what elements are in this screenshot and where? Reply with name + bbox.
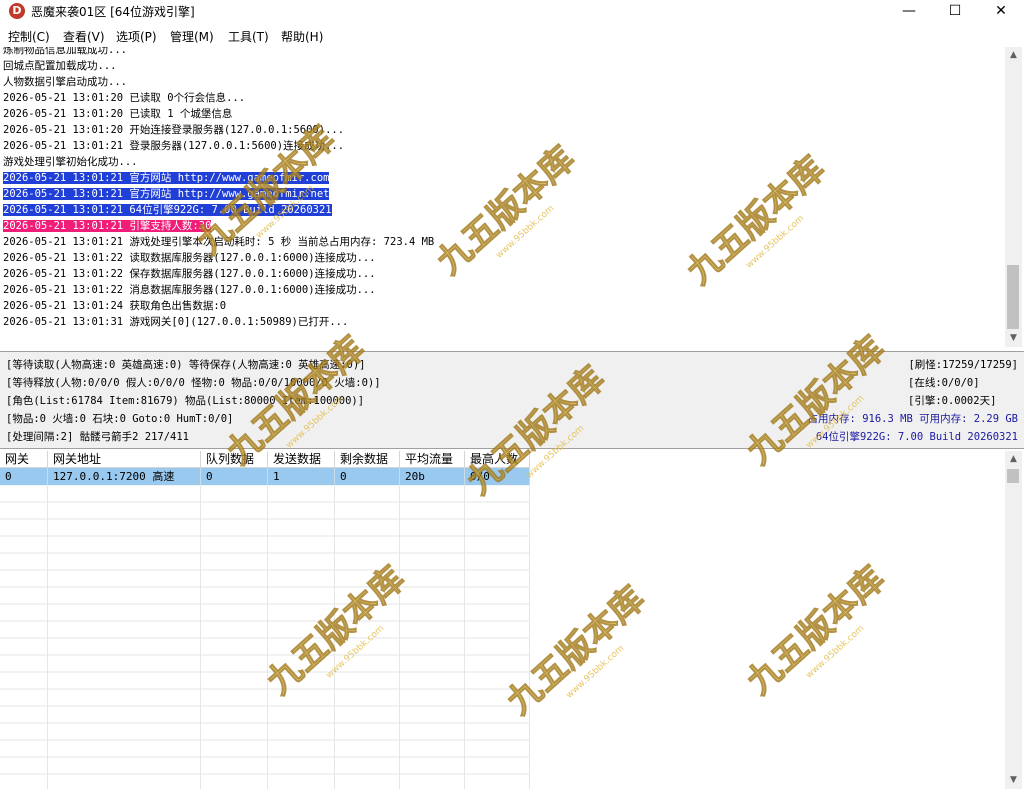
table-scroll-up-arrow-icon[interactable]: ▲	[1005, 451, 1022, 468]
col-max-users[interactable]: 最高人数	[465, 451, 530, 468]
log-line-text: 2026-05-21 13:01:20 已读取 1 个城堡信息	[3, 108, 233, 120]
menu-control[interactable]: 控制(C)	[8, 28, 50, 45]
cell-max-users: 0/0	[465, 468, 530, 485]
scroll-down-arrow-icon[interactable]: ▼	[1005, 330, 1022, 347]
col-remaining-data[interactable]: 剩余数据	[335, 451, 400, 468]
table-scrollbar[interactable]: ▲ ▼	[1005, 451, 1022, 789]
log-line-text: 2026-05-21 13:01:21 游戏处理引擎本次启动耗时: 5 秒 当前…	[3, 236, 435, 248]
app-icon: D	[9, 3, 25, 19]
log-line-text: 2026-05-21 13:01:22 读取数据库服务器(127.0.0.1:6…	[3, 252, 376, 264]
log-line-text: 2026-05-21 13:01:22 消息数据库服务器(127.0.0.1:6…	[3, 284, 376, 296]
table-scroll-down-arrow-icon[interactable]: ▼	[1005, 772, 1022, 789]
log-line: 2026-05-21 13:01:22 保存数据库服务器(127.0.0.1:6…	[3, 267, 376, 281]
log-line: 2026-05-21 13:01:20 已读取 1 个城堡信息	[3, 107, 232, 121]
gateway-table[interactable]: 网关 网关地址 队列数据 发送数据 剩余数据 平均流量 最高人数 0 127.0…	[0, 451, 1005, 789]
log-output[interactable]: 炼制物品信息加载成功... 回城点配置加载成功... 人物数据引擎启动成功... 20…	[0, 47, 1005, 347]
col-queue-data[interactable]: 队列数据	[201, 451, 268, 468]
menu-bar: 控制(C) 查看(V) 选项(P) 管理(M) 工具(T) 帮助(H)	[0, 26, 1024, 46]
col-avg-traffic[interactable]: 平均流量	[400, 451, 465, 468]
cell-send-data: 1	[268, 468, 335, 485]
log-line: 2026-05-21 13:01:21 登录服务器(127.0.0.1:5600…	[3, 139, 344, 153]
close-button[interactable]: ✕	[978, 0, 1024, 24]
app-window: D 恶魔来袭01区 [64位游戏引擎] — ☐ ✕ 控制(C) 查看(V) 选项…	[0, 0, 1024, 789]
cell-avg-traffic: 20b	[400, 468, 465, 485]
menu-options[interactable]: 选项(P)	[116, 28, 157, 45]
log-line-text: 人物数据引擎启动成功...	[3, 76, 127, 88]
log-line: 游戏处理引擎初始化成功...	[3, 155, 137, 169]
scroll-up-arrow-icon[interactable]: ▲	[1005, 47, 1022, 64]
log-line-text: 2026-05-21 13:01:20 开始连接登录服务器(127.0.0.1:…	[3, 124, 345, 136]
col-send-data[interactable]: 发送数据	[268, 451, 335, 468]
log-scrollbar[interactable]: ▲ ▼	[1005, 47, 1022, 347]
log-line-text: 2026-05-21 13:01:21 64位引擎922G: 7.00 Buil…	[3, 204, 332, 216]
menu-tools[interactable]: 工具(T)	[228, 28, 269, 45]
status-line-role-item: [角色(List:61784 Item:81679) 物品(List:80000…	[6, 395, 365, 407]
col-gateway-address[interactable]: 网关地址	[48, 451, 201, 468]
cell-remaining-data: 0	[335, 468, 400, 485]
log-line-text: 2026-05-21 13:01:21 引擎支持人数:30	[3, 220, 212, 232]
col-gateway[interactable]: 网关	[0, 451, 48, 468]
cell-gateway: 0	[0, 468, 48, 485]
log-line: 2026-05-21 13:01:21 官方网站 http://www.game…	[3, 171, 330, 185]
table-scroll-thumb[interactable]	[1007, 469, 1019, 483]
log-line: 回城点配置加载成功...	[3, 59, 116, 73]
cell-gateway-address: 127.0.0.1:7200 高速	[48, 468, 201, 485]
log-line-text: 炼制物品信息加载成功...	[3, 47, 127, 56]
log-line: 人物数据引擎启动成功...	[3, 75, 127, 89]
log-line: 2026-05-21 13:01:20 开始连接登录服务器(127.0.0.1:…	[3, 123, 344, 137]
log-line: 2026-05-21 13:01:31 游戏网关[0](127.0.0.1:50…	[3, 315, 348, 329]
status-line-read-save: [等待读取(人物高速:0 英雄高速:0) 等待保存(人物高速:0 英雄高速:0)…	[6, 359, 366, 371]
log-line: 2026-05-21 13:01:21 64位引擎922G: 7.00 Buil…	[3, 203, 332, 217]
status-line-interval: [处理间隔:2] 骷髅弓箭手2 217/411	[6, 431, 190, 443]
log-line: 2026-05-21 13:01:22 读取数据库服务器(127.0.0.1:6…	[3, 251, 376, 265]
status-version: 64位引擎922G: 7.00 Build 20260321	[815, 431, 1018, 443]
log-line-text: 游戏处理引擎初始化成功...	[3, 156, 138, 168]
table-gridlines	[0, 485, 530, 789]
minimize-button[interactable]: —	[886, 0, 932, 24]
log-line-text: 2026-05-21 13:01:20 已读取 0个行会信息...	[3, 92, 246, 104]
status-online: [在线:0/0/0]	[908, 377, 980, 389]
log-line: 2026-05-21 13:01:20 已读取 0个行会信息...	[3, 91, 245, 105]
status-panel: [等待读取(人物高速:0 英雄高速:0) 等待保存(人物高速:0 英雄高速:0)…	[0, 351, 1024, 449]
window-title: 恶魔来袭01区 [64位游戏引擎]	[31, 5, 195, 19]
status-monster-refresh: [刷怪:17259/17259]	[908, 359, 1018, 371]
log-line: 2026-05-21 13:01:21 官方网站 http://www.game…	[3, 187, 330, 201]
table-header: 网关 网关地址 队列数据 发送数据 剩余数据 平均流量 最高人数	[0, 451, 530, 468]
log-line: 2026-05-21 13:01:21 引擎支持人数:30	[3, 219, 212, 233]
log-line-text: 2026-05-21 13:01:21 官方网站 http://www.game…	[3, 188, 330, 200]
status-memory: 占用内存: 916.3 MB 可用内存: 2.29 GB	[807, 413, 1018, 425]
log-line-text: 2026-05-21 13:01:31 游戏网关[0](127.0.0.1:50…	[3, 316, 349, 328]
log-line: 2026-05-21 13:01:24 获取角色出售数据:0	[3, 299, 226, 313]
log-line-text: 2026-05-21 13:01:22 保存数据库服务器(127.0.0.1:6…	[3, 268, 376, 280]
log-line-text: 回城点配置加载成功...	[3, 60, 117, 72]
log-line: 2026-05-21 13:01:21 游戏处理引擎本次启动耗时: 5 秒 当前…	[3, 235, 434, 249]
log-line-text: 2026-05-21 13:01:24 获取角色出售数据:0	[3, 300, 227, 312]
title-bar[interactable]: D 恶魔来袭01区 [64位游戏引擎] — ☐ ✕	[0, 0, 1024, 24]
table-row[interactable]: 0 127.0.0.1:7200 高速 0 1 0 20b 0/0	[0, 468, 530, 485]
status-line-objects: [物品:0 火墙:0 石块:0 Goto:0 HumT:0/0]	[6, 413, 234, 425]
menu-manage[interactable]: 管理(M)	[170, 28, 214, 45]
maximize-button[interactable]: ☐	[932, 0, 978, 24]
log-line: 2026-05-21 13:01:22 消息数据库服务器(127.0.0.1:6…	[3, 283, 376, 297]
status-engine-uptime: [引擎:0.0002天]	[908, 395, 997, 407]
menu-help[interactable]: 帮助(H)	[281, 28, 323, 45]
cell-queue-data: 0	[201, 468, 268, 485]
log-line-text: 2026-05-21 13:01:21 官方网站 http://www.game…	[3, 172, 330, 184]
log-line-text: 2026-05-21 13:01:21 登录服务器(127.0.0.1:5600…	[3, 140, 345, 152]
status-line-release: [等待释放(人物:0/0/0 假人:0/0/0 怪物:0 物品:0/0/1000…	[6, 377, 381, 389]
log-line: 炼制物品信息加载成功...	[3, 47, 127, 57]
scroll-thumb[interactable]	[1007, 265, 1019, 329]
menu-view[interactable]: 查看(V)	[63, 28, 105, 45]
